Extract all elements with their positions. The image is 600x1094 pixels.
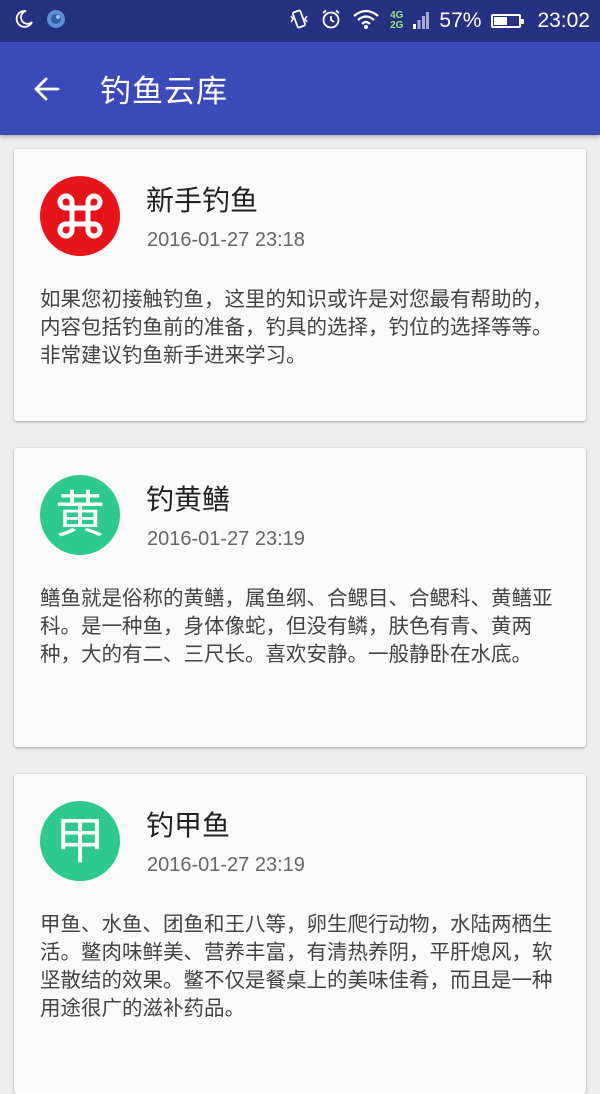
article-description: 甲鱼、水鱼、团鱼和王八等，卵生爬行动物，水陆两栖生活。鳖肉味鲜美、营养丰富，有清… bbox=[40, 912, 553, 1020]
article-card-turtle[interactable]: 甲 钓甲鱼 2016-01-27 23:19 甲鱼、水鱼、团鱼和王八等，卵生爬行… bbox=[14, 774, 586, 1094]
article-description: 鳝鱼就是俗称的黄鳝，属鱼纲、合鳃目、合鳃科、黄鳝亚科。是一种鱼，身体像蛇，但没有… bbox=[40, 586, 553, 666]
back-button[interactable] bbox=[12, 42, 82, 135]
article-card-eel[interactable]: 黄 钓黄鳝 2016-01-27 23:19 鳝鱼就是俗称的黄鳝，属鱼纲、合鳃目… bbox=[14, 448, 586, 747]
article-description: 如果您初接触钓鱼，这里的知识或许是对您最有帮助的，内容包括钓鱼前的准备，钓具的选… bbox=[40, 287, 553, 367]
alarm-icon bbox=[320, 8, 342, 35]
network-2g-label: 2G bbox=[390, 20, 404, 31]
avatar: 黄 bbox=[40, 475, 120, 555]
page-title: 钓鱼云库 bbox=[100, 74, 228, 110]
signal-icon bbox=[413, 9, 430, 34]
article-card-beginner[interactable]: 新手钓鱼 2016-01-27 23:18 如果您初接触钓鱼，这里的知识或许是对… bbox=[14, 149, 586, 421]
moon-icon bbox=[14, 9, 34, 33]
battery-percent: 57% bbox=[439, 9, 482, 32]
arrow-left-icon bbox=[34, 77, 60, 100]
article-title: 钓甲鱼 bbox=[146, 809, 231, 842]
app-notification-icon bbox=[46, 9, 66, 33]
article-date: 2016-01-27 23:19 bbox=[147, 528, 305, 550]
article-date: 2016-01-27 23:18 bbox=[147, 229, 305, 251]
battery-level-fill bbox=[494, 17, 508, 25]
article-title: 钓黄鳝 bbox=[146, 483, 231, 516]
vibrate-icon bbox=[288, 8, 310, 35]
avatar: 甲 bbox=[40, 801, 120, 881]
article-date: 2016-01-27 23:19 bbox=[147, 854, 305, 876]
avatar bbox=[40, 176, 120, 256]
article-title: 新手钓鱼 bbox=[146, 184, 259, 217]
avatar-glyph: 甲 bbox=[55, 812, 105, 870]
clock: 23:02 bbox=[537, 9, 590, 32]
status-bar: 4G 2G 57% 23:02 bbox=[0, 0, 600, 42]
command-key-icon bbox=[57, 193, 103, 239]
network-type-indicator: 4G 2G bbox=[390, 11, 403, 31]
avatar-glyph: 黄 bbox=[55, 486, 105, 544]
battery-icon bbox=[491, 14, 525, 28]
wifi-icon bbox=[352, 8, 380, 35]
app-bar: 钓鱼云库 bbox=[0, 42, 600, 135]
